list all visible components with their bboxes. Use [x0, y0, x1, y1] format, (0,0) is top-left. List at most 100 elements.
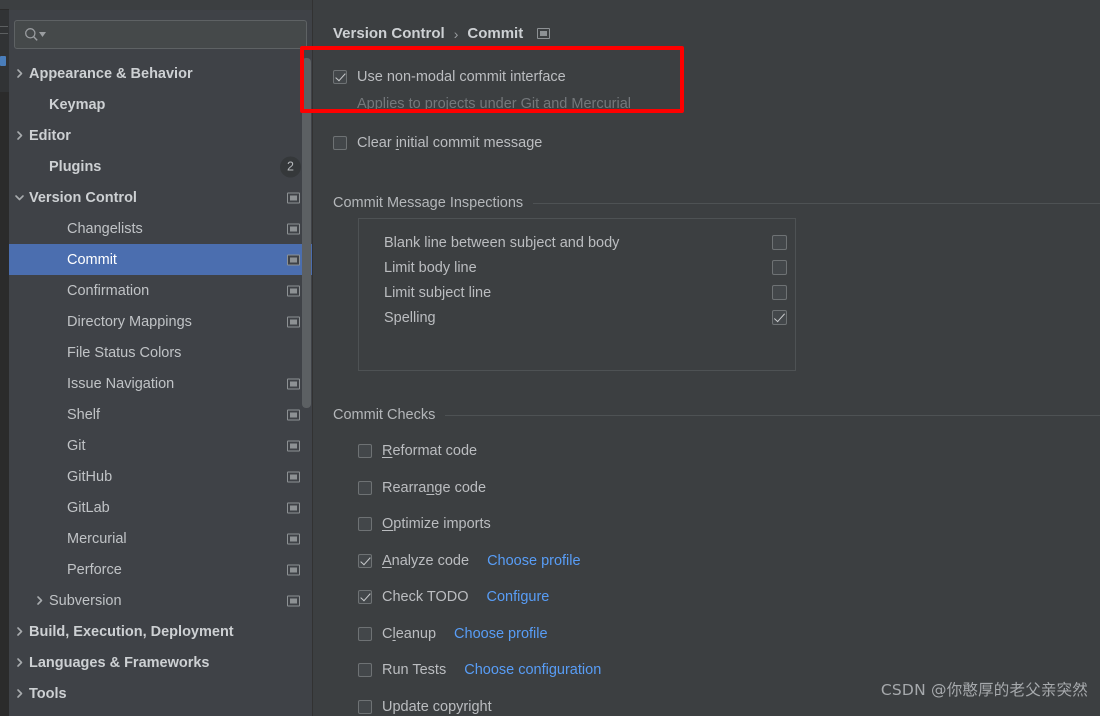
- sidebar-item-confirmation[interactable]: Confirmation: [9, 275, 313, 306]
- settings-sidebar: Appearance & Behavior Keymap Editor Plugins…: [9, 0, 313, 716]
- sidebar-item-shelf[interactable]: Shelf: [9, 399, 313, 430]
- settings-search-input[interactable]: [52, 27, 292, 42]
- sidebar-item-label: Changelists: [67, 220, 143, 237]
- commit-check-reformat-code-row[interactable]: Reformat code: [358, 443, 477, 459]
- settings-sync-icon[interactable]: [287, 223, 300, 234]
- commit-check-check-todo-checkbox[interactable]: [358, 590, 372, 604]
- commit-check-cleanup-checkbox[interactable]: [358, 626, 372, 641]
- sidebar-item-editor[interactable]: Editor: [9, 120, 313, 151]
- commit-check-analyze-code-checkbox[interactable]: [358, 553, 372, 568]
- settings-sync-icon[interactable]: [287, 471, 300, 482]
- breadcrumb-parent[interactable]: Version Control: [333, 25, 445, 42]
- settings-sync-icon[interactable]: [287, 440, 300, 451]
- commit-check-link[interactable]: Choose profile: [487, 553, 581, 569]
- sidebar-item-appearance-behavior[interactable]: Appearance & Behavior: [9, 58, 313, 89]
- commit-check-update-copyright-checkbox[interactable]: [358, 699, 372, 714]
- inspection-row[interactable]: Limit subject line: [384, 280, 787, 305]
- settings-sync-icon[interactable]: [287, 285, 300, 296]
- commit-check-run-tests-row[interactable]: Run Tests Choose configuration: [358, 662, 601, 678]
- sidebar-item-issue-navigation[interactable]: Issue Navigation: [9, 368, 313, 399]
- edge-strip-bottom: [0, 92, 9, 716]
- settings-search-box[interactable]: [14, 20, 307, 49]
- sidebar-item-label: Editor: [29, 127, 71, 144]
- commit-message-inspections-section-label: Commit Message Inspections: [333, 195, 524, 211]
- inspection-row[interactable]: Spelling: [384, 305, 787, 330]
- use-non-modal-commit-row[interactable]: Use non-modal commit interface: [333, 69, 566, 85]
- commit-check-rearrange-code-checkbox[interactable]: [358, 480, 372, 495]
- settings-sync-icon[interactable]: [287, 192, 300, 203]
- inspection-checkbox[interactable]: [772, 235, 787, 250]
- settings-sync-icon[interactable]: [287, 533, 300, 544]
- settings-sync-icon[interactable]: [287, 595, 300, 606]
- inspection-row[interactable]: Limit body line: [384, 255, 787, 280]
- sidebar-item-subversion[interactable]: Subversion: [9, 585, 313, 616]
- sidebar-item-mercurial[interactable]: Mercurial: [9, 523, 313, 554]
- chevron-right-icon[interactable]: [11, 128, 27, 144]
- commit-check-cleanup-row[interactable]: Cleanup Choose profile: [358, 626, 548, 642]
- commit-check-analyze-code-row[interactable]: Analyze code Choose profile: [358, 553, 581, 569]
- settings-sync-icon[interactable]: [287, 409, 300, 420]
- section-rule-line: [445, 414, 1100, 416]
- commit-check-optimize-imports-row[interactable]: Optimize imports: [358, 516, 491, 532]
- sidebar-item-gitlab[interactable]: GitLab: [9, 492, 313, 523]
- clear-initial-commit-message-row[interactable]: Clear initial commit message: [333, 135, 542, 151]
- sidebar-item-version-control[interactable]: Version Control: [9, 182, 313, 213]
- commit-check-rearrange-code-row[interactable]: Rearrange code: [358, 480, 486, 496]
- chevron-right-icon[interactable]: [11, 686, 27, 702]
- commit-checks-section-label: Commit Checks: [333, 407, 436, 423]
- chevron-right-icon[interactable]: [11, 655, 27, 671]
- settings-sync-icon[interactable]: [287, 564, 300, 575]
- label-part: ptimize imports: [393, 516, 491, 532]
- sidebar-item-github[interactable]: GitHub: [9, 461, 313, 492]
- settings-sync-icon[interactable]: [287, 316, 300, 327]
- sidebar-item-build-execution-deployment[interactable]: Build, Execution, Deployment: [9, 616, 313, 647]
- settings-sync-icon[interactable]: [287, 502, 300, 513]
- chevron-right-icon[interactable]: [31, 593, 47, 609]
- sidebar-item-tools[interactable]: Tools: [9, 678, 313, 709]
- commit-check-link[interactable]: Choose configuration: [464, 662, 601, 678]
- sidebar-item-label: Git: [67, 437, 86, 454]
- commit-check-check-todo-row[interactable]: Check TODO Configure: [358, 589, 549, 605]
- sidebar-item-directory-mappings[interactable]: Directory Mappings: [9, 306, 313, 337]
- commit-check-link[interactable]: Configure: [487, 589, 550, 605]
- search-icon: [24, 27, 39, 42]
- breadcrumb-separator-icon: ›: [453, 25, 459, 42]
- settings-sync-icon[interactable]: [287, 254, 300, 265]
- sidebar-scrollbar-thumb[interactable]: [302, 58, 311, 408]
- clear-initial-commit-message-checkbox[interactable]: [333, 136, 347, 150]
- sidebar-item-changelists[interactable]: Changelists: [9, 213, 313, 244]
- sidebar-item-label: Languages & Frameworks: [29, 654, 210, 671]
- label-part: ge code: [434, 479, 487, 496]
- inspection-row[interactable]: Blank line between subject and body: [384, 230, 787, 255]
- settings-sync-icon[interactable]: [287, 378, 300, 389]
- sidebar-scrollbar[interactable]: [302, 58, 311, 698]
- inspection-checkbox[interactable]: [772, 310, 787, 325]
- commit-check-link[interactable]: Choose profile: [454, 626, 548, 642]
- search-dropdown-arrow-icon[interactable]: [39, 26, 47, 44]
- sidebar-item-languages-frameworks[interactable]: Languages & Frameworks: [9, 647, 313, 678]
- chevron-down-icon[interactable]: [11, 190, 27, 206]
- inspection-checkbox[interactable]: [772, 260, 787, 275]
- commit-check-reformat-code-checkbox[interactable]: [358, 444, 372, 458]
- commit-check-label: Update copyright: [382, 699, 492, 715]
- sidebar-item-git[interactable]: Git: [9, 430, 313, 461]
- commit-check-run-tests-checkbox[interactable]: [358, 663, 372, 677]
- settings-sync-icon[interactable]: [537, 28, 551, 39]
- commit-check-update-copyright-row[interactable]: Update copyright: [358, 699, 492, 715]
- commit-check-optimize-imports-checkbox[interactable]: [358, 517, 372, 531]
- chevron-right-icon[interactable]: [11, 624, 27, 640]
- inspection-checkbox[interactable]: [772, 285, 787, 300]
- use-non-modal-commit-checkbox[interactable]: [333, 70, 347, 84]
- sidebar-item-label: GitHub: [67, 468, 113, 485]
- sidebar-item-plugins[interactable]: Plugins 2: [9, 151, 313, 182]
- label-part: Rearra: [382, 479, 427, 496]
- sidebar-item-perforce[interactable]: Perforce: [9, 554, 313, 585]
- sidebar-item-keymap[interactable]: Keymap: [9, 89, 313, 120]
- sidebar-item-label: Plugins: [49, 158, 102, 175]
- sidebar-item-commit[interactable]: Commit: [9, 244, 313, 275]
- sidebar-item-file-status-colors[interactable]: File Status Colors: [9, 337, 313, 368]
- commit-check-label: Analyze code: [382, 553, 469, 569]
- inspection-label: Blank line between subject and body: [384, 234, 620, 251]
- window-edge-strip: [0, 0, 9, 716]
- chevron-right-icon[interactable]: [11, 66, 27, 82]
